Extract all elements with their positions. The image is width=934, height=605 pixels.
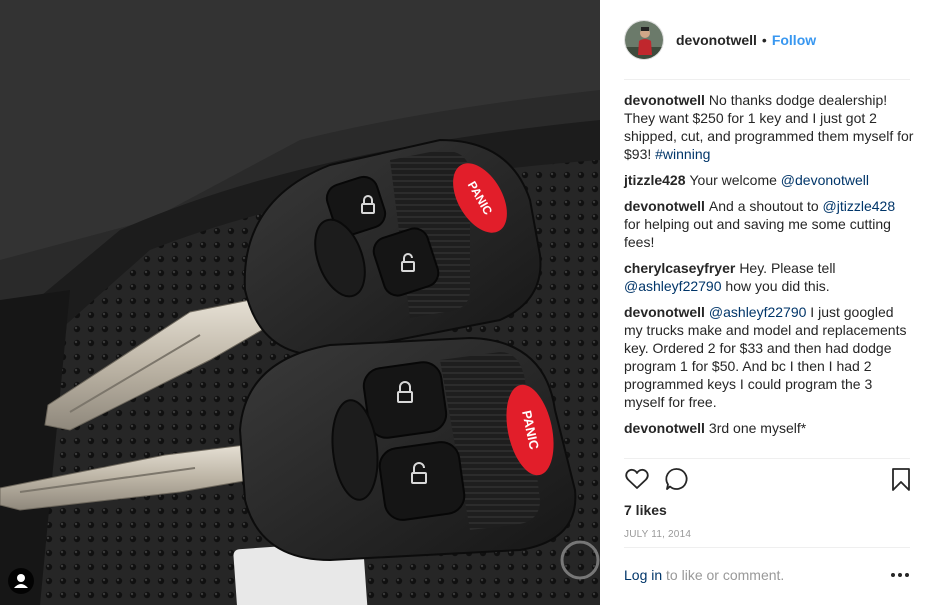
mention-link[interactable]: @ashleyf22790 — [709, 304, 807, 320]
login-link[interactable]: Log in — [624, 567, 662, 583]
comment-text: for helping out and saving me some cutti… — [624, 216, 891, 250]
key-fobs-image: PANIC PANIC — [0, 0, 600, 605]
comment-username[interactable]: jtizzle428 — [624, 172, 685, 188]
header-separator: • — [761, 31, 767, 48]
comment-text: Your welcome — [689, 172, 781, 188]
comment-username[interactable]: cherylcaseyfryer — [624, 260, 735, 276]
action-bar — [624, 466, 914, 496]
comment-text: how you did this. — [721, 278, 830, 294]
comment-text: 3rd one myself* — [708, 420, 807, 436]
comment-username[interactable]: devonotwell — [624, 92, 705, 108]
post-header: devonotwell • Follow — [624, 0, 910, 80]
user-tag-icon[interactable] — [8, 568, 34, 594]
post-date: JULY 11, 2014 — [624, 529, 692, 540]
likes-count[interactable]: 7 likes — [624, 502, 667, 518]
header-username[interactable]: devonotwell — [676, 32, 757, 48]
login-prompt: Log in to like or comment. — [624, 567, 914, 583]
hashtag-link[interactable]: #winning — [655, 146, 710, 162]
comment-item: devonotwell 3rd one myself* — [624, 419, 914, 437]
divider — [624, 547, 910, 548]
comments-list: devonotwell No thanks dodge dealership! T… — [624, 91, 914, 445]
comment-item: devonotwell No thanks dodge dealership! T… — [624, 91, 914, 163]
comment-item: devonotwell And a shoutout to @jtizzle428… — [624, 197, 914, 251]
follow-button[interactable]: Follow — [772, 32, 816, 48]
comment-username[interactable]: devonotwell — [624, 198, 705, 214]
mention-link[interactable]: @devonotwell — [781, 172, 869, 188]
login-prompt-text: to like or comment. — [662, 567, 785, 583]
mention-link[interactable]: @ashleyf22790 — [624, 278, 722, 294]
comment-text: Hey. Please tell — [739, 260, 836, 276]
comment-item: jtizzle428 Your welcome @devonotwell — [624, 171, 914, 189]
post-sidebar: devonotwell • Follow devonotwell No thank… — [600, 0, 934, 605]
comment-username[interactable]: devonotwell — [624, 304, 705, 320]
comment-text: And a shoutout to — [708, 198, 823, 214]
avatar[interactable] — [624, 19, 664, 60]
post-photo[interactable]: PANIC PANIC — [0, 0, 600, 605]
more-options-icon[interactable] — [890, 566, 912, 582]
comment-bubble-icon[interactable] — [664, 466, 690, 497]
comment-username[interactable]: devonotwell — [624, 420, 705, 436]
comment-item: cherylcaseyfryer Hey. Please tell @ashley… — [624, 259, 914, 295]
bookmark-icon[interactable] — [888, 466, 914, 497]
divider — [624, 458, 910, 459]
comment-item: devonotwell @ashleyf22790 I just googled … — [624, 303, 914, 411]
mention-link[interactable]: @jtizzle428 — [823, 198, 896, 214]
heart-icon[interactable] — [624, 466, 650, 497]
